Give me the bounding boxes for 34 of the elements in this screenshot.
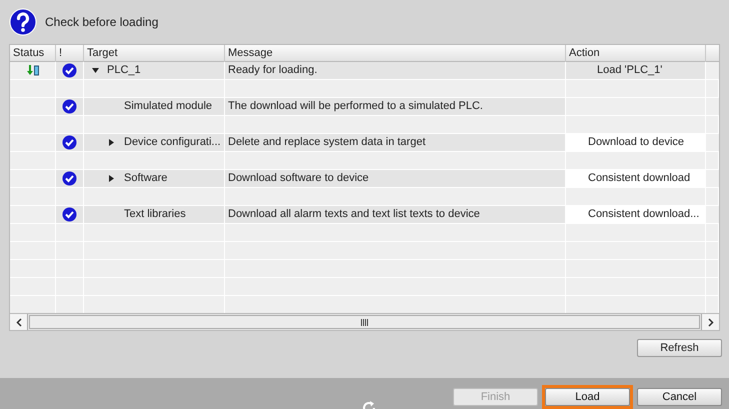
dialog-button[interactable]: Cancel (637, 388, 722, 406)
column-header[interactable]: Message (228, 45, 273, 62)
message-text: Download software to device (228, 171, 369, 186)
download-device-icon (26, 65, 38, 76)
chevron-left-icon (16, 318, 22, 327)
column-header[interactable]: Action (569, 45, 600, 62)
help-icon (9, 8, 37, 36)
dialog-button[interactable]: Load (545, 388, 630, 406)
target-name: Device configurati... (124, 135, 221, 150)
expand-arrow-icon[interactable] (109, 175, 114, 182)
message-text: Ready for loading. (228, 63, 318, 78)
refresh-button[interactable]: Refresh (637, 339, 722, 358)
scroll-right-button[interactable] (701, 314, 719, 330)
column-header[interactable]: Status (13, 45, 44, 62)
chevron-right-icon (708, 318, 714, 327)
target-name: Software (124, 171, 168, 186)
action-dropdown[interactable]: Consistent download (566, 170, 705, 188)
target-name: Simulated module (124, 99, 212, 114)
scroll-left-button[interactable] (10, 314, 28, 330)
scrollbar-thumb[interactable] (29, 315, 700, 330)
grip-icon (361, 318, 368, 326)
target-name: Text libraries (124, 207, 186, 222)
column-header[interactable]: Target (87, 45, 118, 62)
dialog-title: Check before loading (45, 14, 158, 32)
message-text: Delete and replace system data in target (228, 135, 426, 150)
action-dropdown[interactable]: Download to device (566, 134, 705, 152)
message-text: The download will be performed to a simulated PLC. (228, 99, 483, 114)
message-text: Download all alarm texts and text list texts to device (228, 207, 480, 222)
expand-arrow-icon[interactable] (109, 139, 114, 146)
target-name: PLC_1 (107, 63, 141, 78)
action-dropdown[interactable]: Consistent download... (566, 206, 705, 224)
action-text: Load 'PLC_1' (566, 62, 705, 80)
column-header[interactable]: ! (59, 45, 62, 62)
collapse-arrow-icon[interactable] (92, 68, 99, 74)
